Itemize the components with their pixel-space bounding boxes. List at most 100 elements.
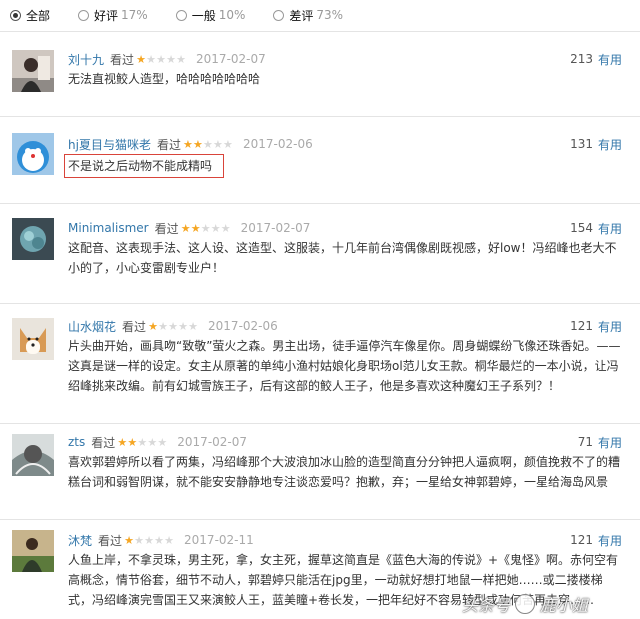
star-icon: ★ (144, 533, 154, 547)
star-icon: ★ (178, 319, 188, 333)
radio-icon[interactable] (78, 9, 90, 21)
divider (0, 519, 640, 520)
vote-count: 71 (577, 435, 593, 449)
watched-label: 看过 (91, 435, 116, 450)
username-link[interactable]: Minimalismer (68, 221, 149, 235)
radio-icon[interactable] (273, 9, 285, 21)
filter-neutral[interactable]: 一般 10% (175, 7, 246, 24)
avatar[interactable] (12, 530, 54, 572)
divider (0, 203, 640, 204)
radio-icon[interactable] (175, 9, 187, 21)
vote-area: 121 有用 (570, 532, 622, 548)
avatar[interactable] (12, 434, 54, 476)
username-link[interactable]: hj夏目与猫咪老 (68, 136, 151, 153)
star-icon: ★ (164, 533, 174, 547)
vote-area: 131 有用 (570, 136, 622, 152)
review-item: 刘十九 看过 ★ ★ ★ ★ ★ 2017-02-07 213 有用 无法直视鲛人造型，… (0, 40, 640, 116)
star-icon: ★ (176, 52, 186, 66)
useful-button[interactable]: 有用 (598, 51, 622, 68)
review-text: 这配音、这表现手法、这人设、这造型、这服装，十几年前台湾偶像剧既视感，好low！… (68, 241, 617, 275)
star-icon: ★ (203, 137, 213, 151)
useful-button[interactable]: 有用 (598, 532, 622, 549)
review-text: 片头曲开始，画具吻“致敬”萤火之森。男主出场，徒手逼停汽车像星你。周身蝴蝶纷飞像… (68, 339, 621, 393)
review-meta: 山水烟花 看过 ★ ★ ★ ★ ★ 2017-02-06 (68, 318, 278, 334)
review-item: hj夏目与猫咪老 看过 ★ ★ ★ ★ ★ 2017-02-06 131 有用 不是说之… (0, 125, 640, 203)
vote-count: 154 (570, 221, 593, 235)
vote-area: 154 有用 (570, 220, 622, 236)
star-icon: ★ (156, 52, 166, 66)
review-date: 2017-02-11 (184, 533, 254, 547)
watched-label: 看过 (122, 319, 147, 334)
rating-stars: ★ ★ ★ ★ ★ (136, 54, 186, 65)
radio-icon[interactable] (10, 9, 21, 21)
useful-button[interactable]: 有用 (598, 318, 622, 335)
star-icon: ★ (180, 221, 191, 235)
watermark-logo-icon (515, 594, 536, 614)
star-icon: ★ (220, 221, 231, 235)
filter-label: 全部 (26, 8, 51, 23)
star-icon: ★ (117, 435, 128, 449)
avatar[interactable] (12, 133, 54, 175)
review-date: 2017-02-07 (196, 52, 266, 66)
star-icon: ★ (147, 435, 158, 449)
star-icon: ★ (146, 52, 156, 66)
avatar[interactable] (12, 50, 54, 92)
filter-percent: 73% (316, 8, 344, 22)
vote-count: 121 (570, 319, 593, 333)
review-text: 无法直视鲛人造型，哈哈哈哈哈哈哈 (68, 72, 261, 86)
useful-button[interactable]: 有用 (598, 220, 622, 237)
review-item: zts 看过 ★ ★ ★ ★ ★ 2017-02-07 71 有用 喜欢郭碧婷所以看了两… (0, 428, 640, 519)
star-icon: ★ (188, 319, 198, 333)
useful-button[interactable]: 有用 (598, 136, 622, 153)
username-link[interactable]: zts (68, 435, 85, 449)
watermark: 头条号 鹿小姐 (462, 592, 588, 616)
vote-area: 71 有用 (578, 434, 622, 450)
star-icon: ★ (157, 435, 168, 449)
star-icon: ★ (134, 533, 144, 547)
star-icon: ★ (158, 319, 168, 333)
star-icon: ★ (154, 533, 164, 547)
review-meta: hj夏目与猫咪老 看过 ★ ★ ★ ★ ★ 2017-02-06 (68, 136, 313, 152)
star-icon: ★ (210, 221, 221, 235)
rating-stars: ★ ★ ★ ★ ★ (117, 437, 167, 448)
useful-button[interactable]: 有用 (598, 434, 622, 451)
divider (0, 423, 640, 424)
watched-label: 看过 (154, 221, 179, 236)
filter-label: 差评 (289, 8, 314, 23)
username-link[interactable]: 山水烟花 (68, 318, 116, 335)
username-link[interactable]: 沐梵 (68, 532, 92, 549)
rating-stars: ★ ★ ★ ★ ★ (181, 223, 231, 234)
review-date: 2017-02-07 (177, 435, 248, 449)
star-icon: ★ (148, 319, 158, 333)
star-icon: ★ (127, 435, 138, 449)
review-date: 2017-02-07 (240, 221, 311, 235)
filter-positive[interactable]: 好评 17% (78, 7, 148, 24)
watched-label: 看过 (156, 137, 181, 152)
watched-label: 看过 (98, 533, 123, 548)
rating-filter-bar: 全部 好评 17% 一般 10% 差评 73% (0, 0, 640, 30)
filter-percent: 10% (218, 8, 246, 22)
review-meta: 沐梵 看过 ★ ★ ★ ★ ★ 2017-02-11 (68, 532, 254, 548)
filter-all[interactable]: 全部 (10, 7, 50, 24)
star-icon: ★ (190, 221, 201, 235)
divider (0, 303, 640, 304)
avatar[interactable] (12, 218, 54, 260)
star-icon: ★ (223, 137, 233, 151)
vote-count: 213 (570, 52, 593, 66)
avatar[interactable] (12, 318, 54, 360)
divider (0, 116, 640, 117)
username-link[interactable]: 刘十九 (68, 51, 104, 68)
star-icon: ★ (193, 137, 203, 151)
divider (0, 31, 640, 32)
rating-stars: ★ ★ ★ ★ ★ (124, 535, 174, 546)
filter-negative[interactable]: 差评 73% (273, 7, 343, 24)
star-icon: ★ (166, 52, 176, 66)
vote-count: 121 (570, 533, 593, 547)
review-item: 山水烟花 看过 ★ ★ ★ ★ ★ 2017-02-06 121 有用 片头曲开始，画具… (0, 310, 640, 423)
rating-stars: ★ ★ ★ ★ ★ (183, 139, 233, 150)
filter-label: 好评 (94, 8, 119, 23)
rating-stars: ★ ★ ★ ★ ★ (148, 321, 198, 332)
filter-percent: 17% (121, 8, 148, 22)
filter-label: 一般 (191, 8, 216, 23)
vote-area: 121 有用 (570, 318, 622, 334)
